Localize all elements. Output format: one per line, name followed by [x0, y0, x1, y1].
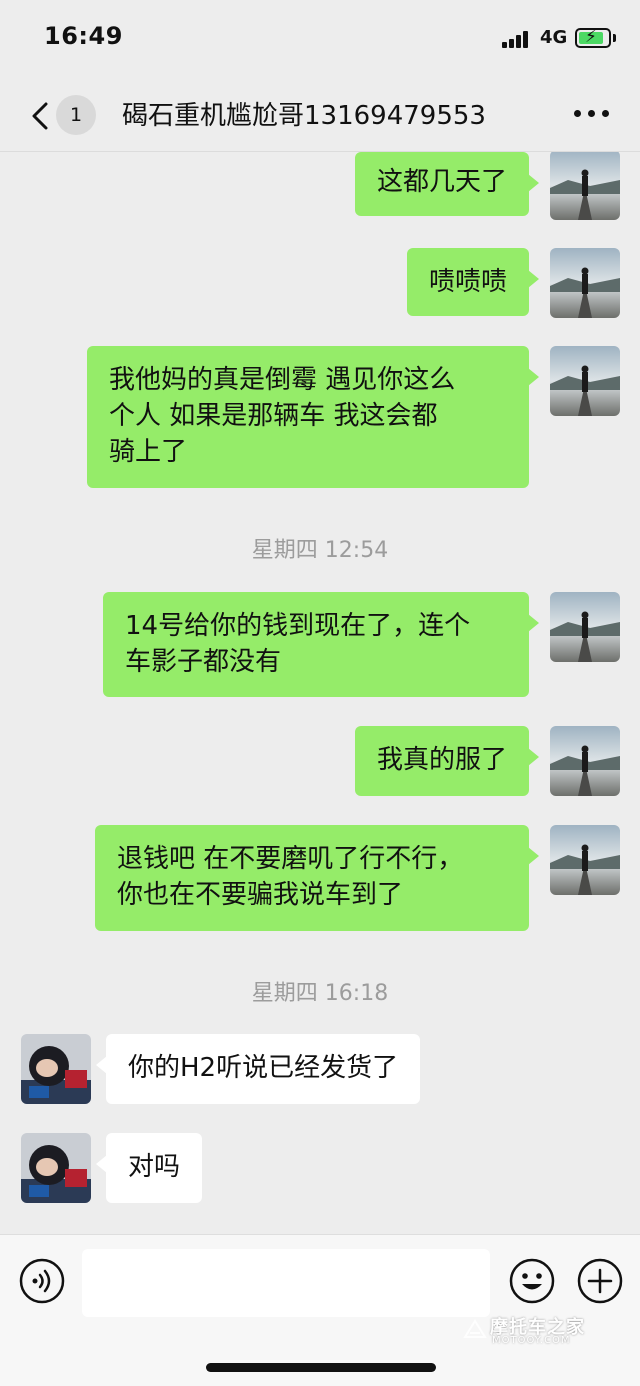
message-line: 车影子都没有 — [125, 647, 282, 677]
status-time: 16:49 — [44, 22, 123, 50]
sent-message-bubble[interactable]: 我真的服了 — [354, 726, 540, 796]
message-text: 啧啧啧 — [428, 267, 507, 297]
my-avatar[interactable] — [550, 152, 620, 220]
my-avatar[interactable] — [550, 248, 620, 318]
plus-more-icon[interactable] — [576, 1257, 624, 1305]
contact-avatar[interactable] — [21, 1034, 91, 1104]
timestamp: 星期四 12:54 — [251, 538, 389, 563]
watermark-logo-icon — [463, 1319, 487, 1338]
message-text: 对吗 — [128, 1152, 181, 1182]
sent-message-bubble[interactable]: 我他妈的真是倒霉 遇见你这么 个人 如果是那辆车 我这会都 骑上了 — [87, 346, 539, 488]
site-watermark: 摩托车之家 MOTOOY.COM — [462, 1313, 602, 1355]
more-options-icon[interactable] — [574, 110, 610, 120]
home-indicator[interactable] — [206, 1363, 436, 1372]
message-line: 14号给你的钱到现在了，连个 — [125, 611, 471, 641]
battery-icon: ⚡ — [575, 27, 611, 48]
my-avatar[interactable] — [550, 825, 620, 895]
message-line: 个人 如果是那辆车 我这会都 — [109, 401, 438, 431]
watermark-subtext: MOTOOY.COM — [492, 1335, 571, 1346]
message-line: 我他妈的真是倒霉 遇见你这么 — [109, 365, 456, 395]
my-avatar[interactable] — [550, 726, 620, 796]
sent-message-bubble[interactable]: 退钱吧 在不要磨叽了行不行， 你也在不要骗我说车到了 — [95, 825, 539, 931]
message-line: 你也在不要骗我说车到了 — [117, 880, 404, 910]
emoji-icon[interactable] — [508, 1257, 556, 1305]
battery-cap — [613, 34, 616, 42]
received-message-bubble[interactable]: 你的H2听说已经发货了 — [95, 1034, 421, 1104]
my-avatar[interactable] — [550, 346, 620, 416]
chat-header: 1 碣石重机尴尬哥13169479553 — [0, 80, 640, 152]
message-text: 我真的服了 — [376, 745, 507, 775]
message-line: 退钱吧 在不要磨叽了行不行， — [117, 844, 464, 874]
sent-message-bubble[interactable]: 14号给你的钱到现在了，连个 车影子都没有 — [103, 592, 539, 697]
message-text: 你的H2听说已经发货了 — [128, 1053, 399, 1083]
contact-avatar[interactable] — [21, 1133, 91, 1203]
cellular-signal-icon — [502, 30, 532, 48]
message-input[interactable] — [82, 1249, 490, 1317]
message-line: 骑上了 — [109, 437, 188, 467]
my-avatar[interactable] — [550, 592, 620, 662]
timestamp: 星期四 16:18 — [251, 981, 389, 1006]
message-list[interactable]: 这都几天了 啧啧啧 我他妈的真是倒霉 遇见你这么 个人 如果是那辆车 我这会都 … — [0, 152, 640, 1234]
network-type: 4G — [540, 27, 568, 48]
status-bar: 16:49 4G ⚡ — [0, 0, 640, 80]
sent-message-bubble[interactable]: 这都几天了 — [354, 152, 540, 216]
received-message-bubble[interactable]: 对吗 — [95, 1133, 203, 1203]
sent-message-bubble[interactable]: 啧啧啧 — [406, 248, 540, 316]
message-text: 这都几天了 — [376, 167, 507, 197]
input-bar: 摩托车之家 MOTOOY.COM — [0, 1234, 640, 1386]
unread-count-badge[interactable]: 1 — [56, 95, 96, 135]
voice-input-icon[interactable] — [18, 1257, 66, 1305]
chat-title: 碣石重机尴尬哥13169479553 — [122, 101, 486, 131]
